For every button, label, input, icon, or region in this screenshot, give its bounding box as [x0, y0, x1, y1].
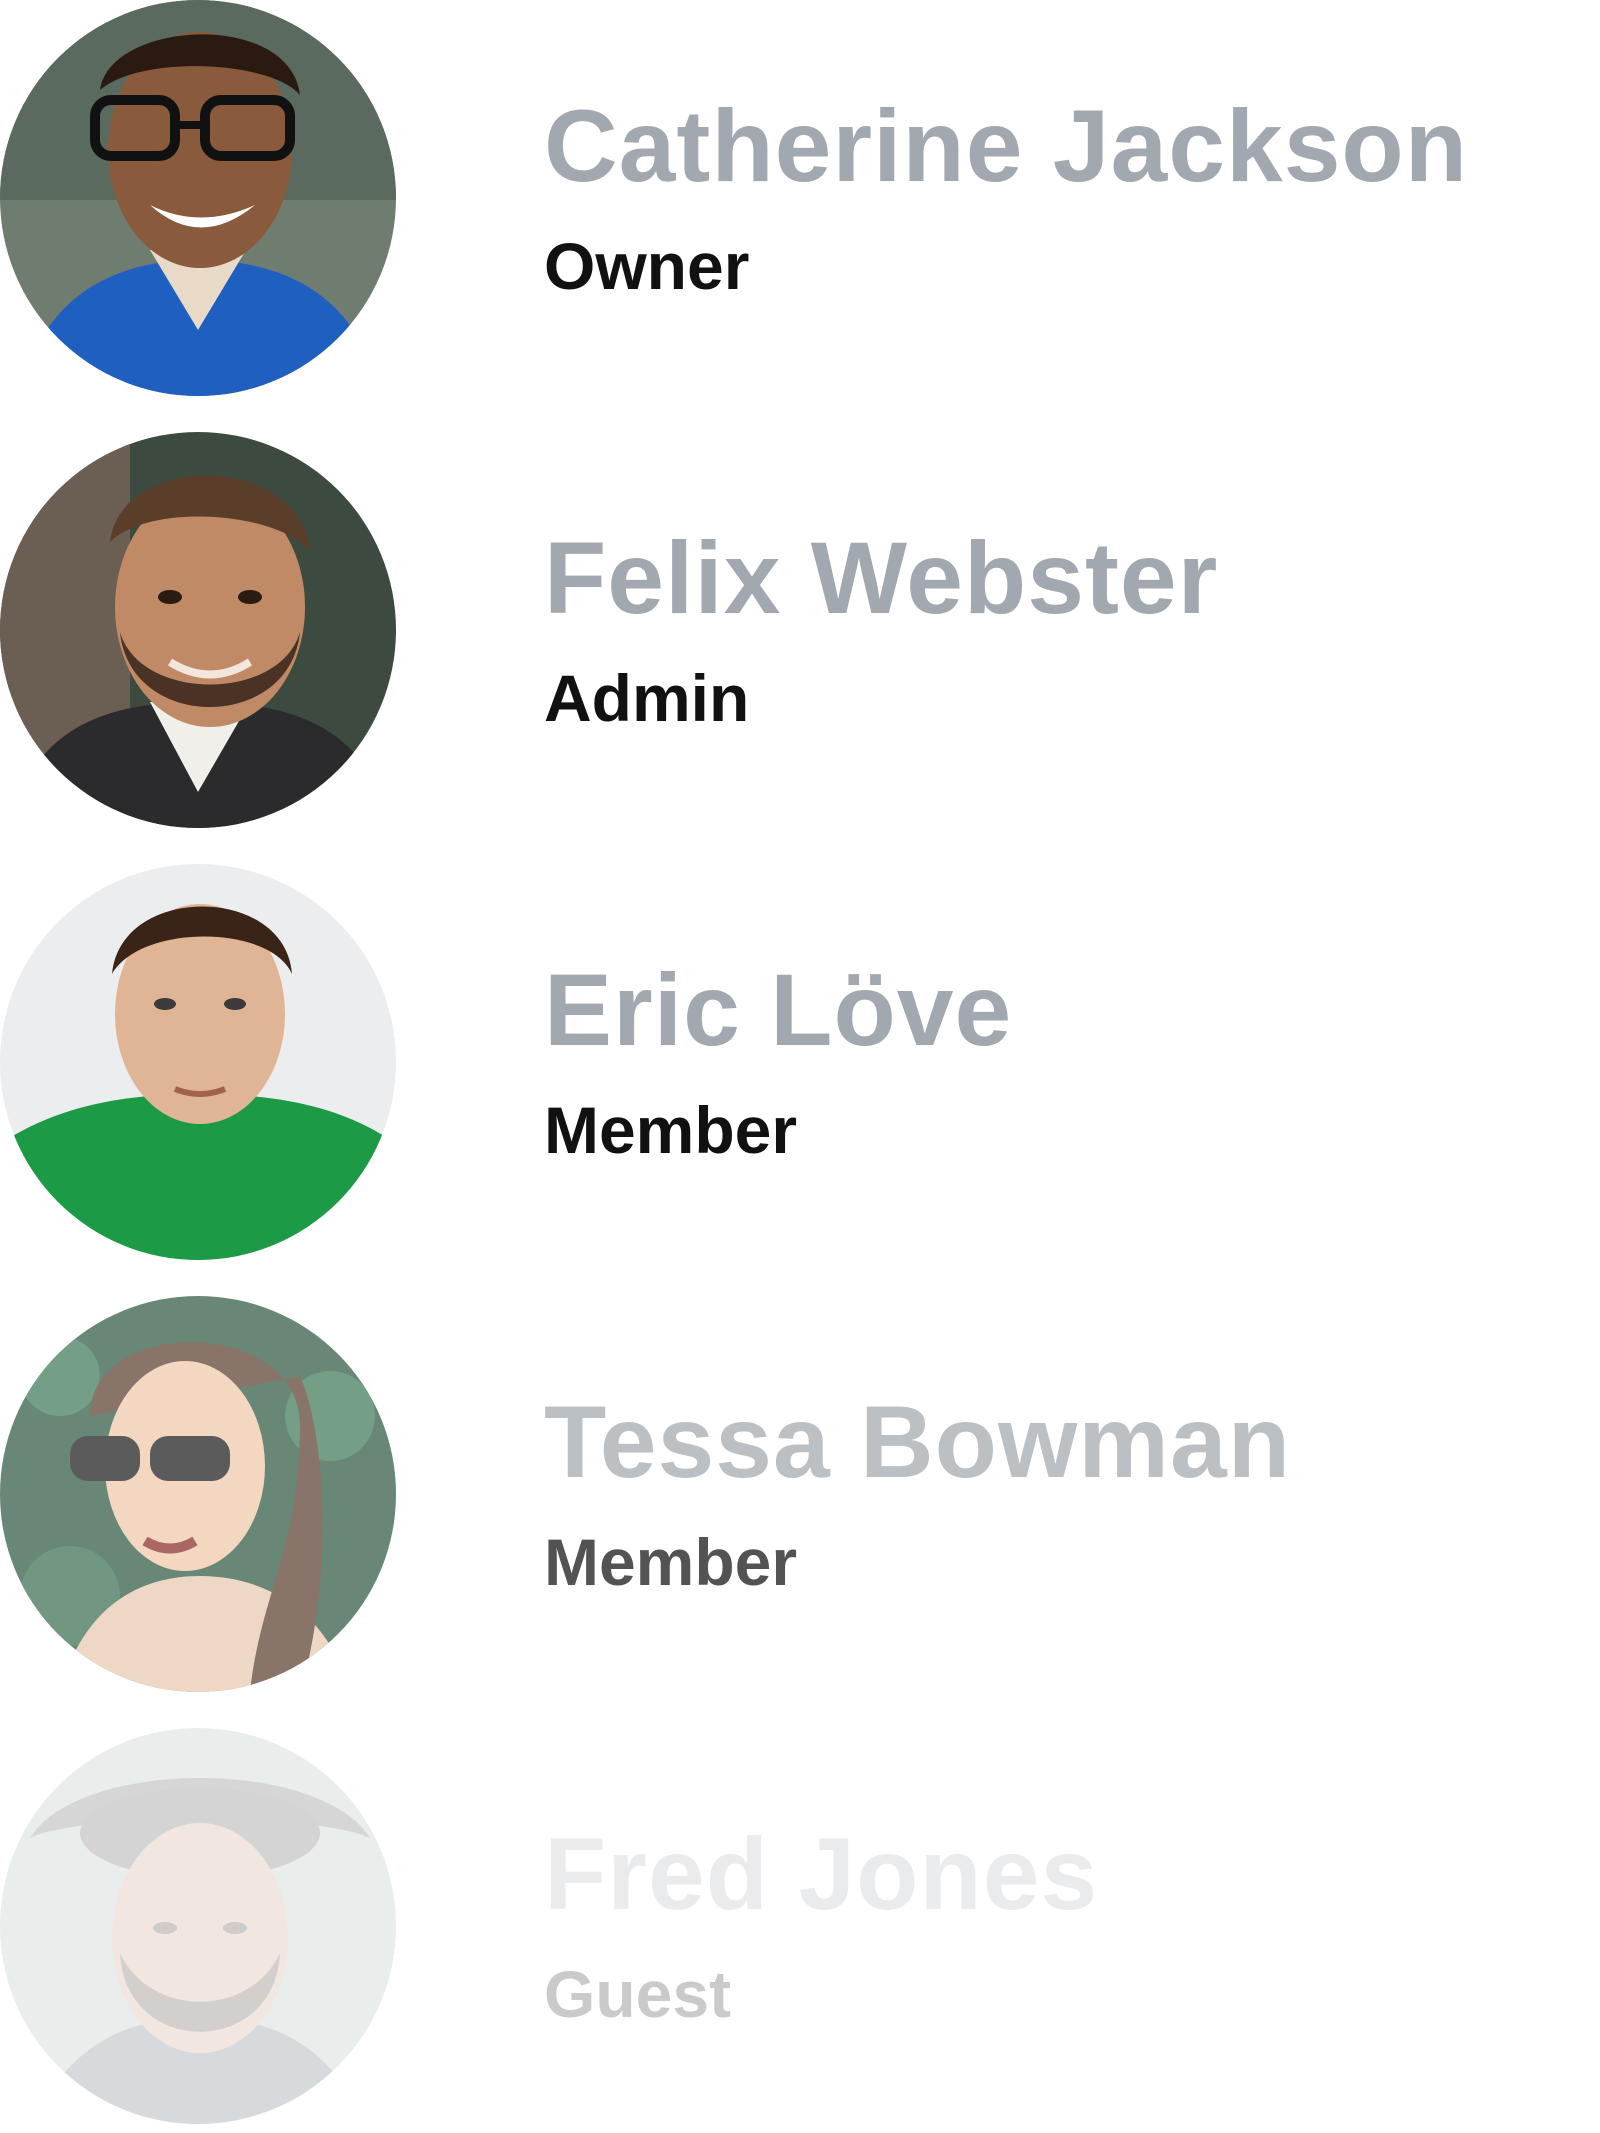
person-glasses-avatar	[0, 0, 396, 396]
person-sunglasses-avatar	[0, 1296, 396, 1692]
member-role: Admin	[544, 661, 750, 735]
member-row[interactable]: Fred Jones Guest	[0, 1728, 1600, 2128]
member-name: Eric Löve	[544, 953, 1013, 1067]
person-green-sweater-avatar	[0, 864, 396, 1260]
member-row[interactable]: Tessa Bowman Member	[0, 1296, 1600, 1696]
member-name: Fred Jones	[544, 1817, 1099, 1931]
member-list: Catherine Jackson Owner Felix Webster Ad…	[0, 0, 1600, 2133]
member-role: Member	[544, 1093, 798, 1167]
member-name: Catherine Jackson	[544, 89, 1469, 203]
person-beard-avatar	[0, 432, 396, 828]
member-row[interactable]: Catherine Jackson Owner	[0, 0, 1600, 400]
member-role: Guest	[544, 1957, 732, 2031]
member-row[interactable]: Felix Webster Admin	[0, 432, 1600, 832]
member-row[interactable]: Eric Löve Member	[0, 864, 1600, 1264]
member-name: Tessa Bowman	[544, 1385, 1292, 1499]
member-name: Felix Webster	[544, 521, 1219, 635]
member-role: Owner	[544, 229, 750, 303]
person-hat-avatar	[0, 1728, 396, 2124]
member-role: Member	[544, 1525, 798, 1599]
